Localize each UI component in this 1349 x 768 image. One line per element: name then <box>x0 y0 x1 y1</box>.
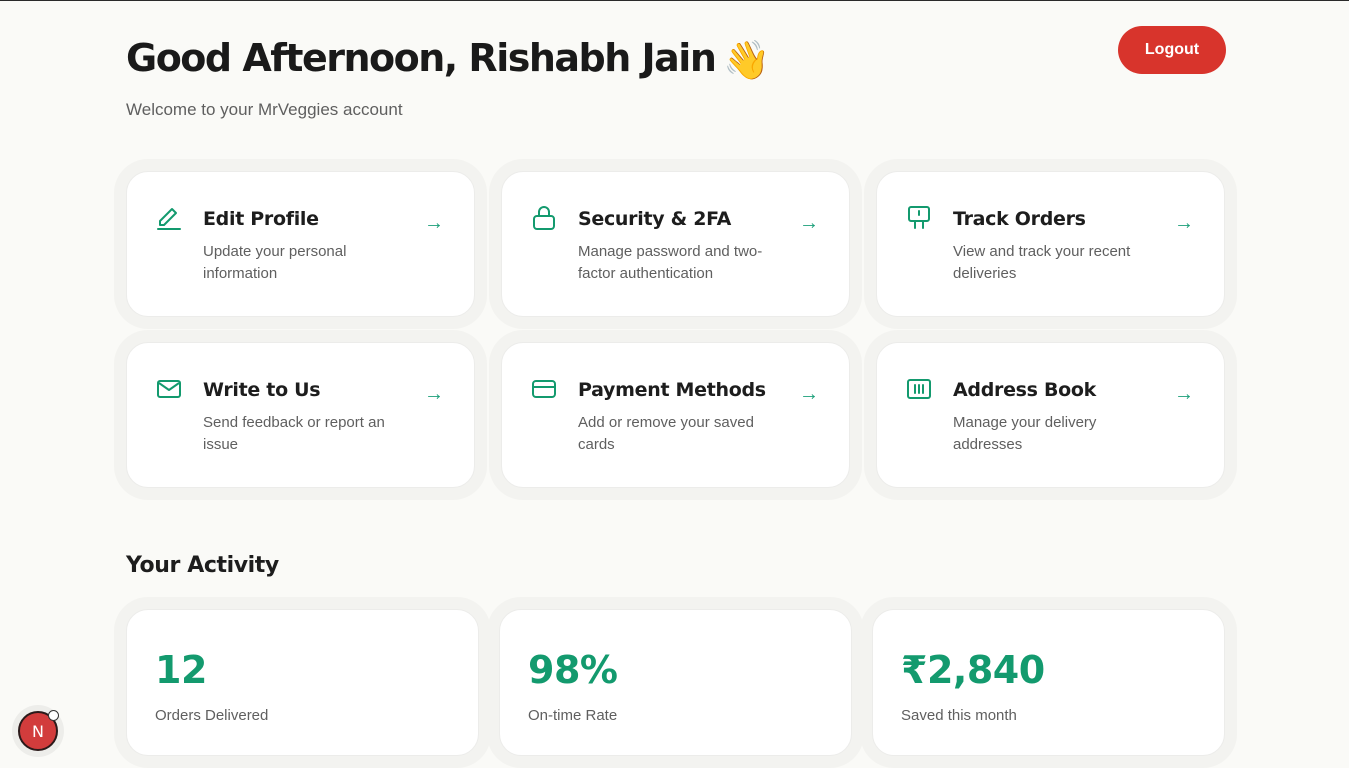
card-title: Security & 2FA <box>578 208 732 230</box>
card-write-to-us[interactable]: Write to Us Send feedback or report an i… <box>126 342 475 488</box>
card-title: Edit Profile <box>203 208 319 230</box>
signpost-icon <box>908 206 930 229</box>
card-address-book[interactable]: Address Book Manage your delivery addres… <box>876 342 1225 488</box>
stat-orders-delivered: 12 Orders Delivered <box>126 609 479 756</box>
arrow-right-icon: → <box>799 383 819 405</box>
card-description: Manage password and two-factor authentic… <box>578 243 763 282</box>
mail-icon <box>157 380 181 398</box>
card-title: Track Orders <box>953 208 1086 230</box>
stat-label: On-time Rate <box>528 707 618 724</box>
page-title: Good Afternoon, Rishabh Jain 👋 <box>126 36 771 83</box>
greeting-text: Good Afternoon, Rishabh Jain <box>126 36 717 80</box>
top-border <box>0 0 1349 1</box>
pencil-icon <box>157 208 181 230</box>
address-book-icon <box>907 379 931 399</box>
lock-icon <box>533 206 555 230</box>
card-description: View and track your recent deliveries <box>953 243 1131 282</box>
stat-label: Orders Delivered <box>155 707 269 724</box>
arrow-right-icon: → <box>799 212 819 234</box>
stat-value: ₹2,840 <box>901 648 1045 692</box>
card-description: Manage your delivery addresses <box>953 414 1097 453</box>
arrow-right-icon: → <box>1174 383 1194 405</box>
card-payment-methods[interactable]: Payment Methods Add or remove your saved… <box>501 342 850 488</box>
card-edit-profile[interactable]: Edit Profile Update your personal inform… <box>126 171 475 317</box>
stat-value: 98% <box>528 648 618 692</box>
card-title: Write to Us <box>203 379 321 401</box>
notification-dot <box>48 710 59 721</box>
stat-saved-this-month: ₹2,840 Saved this month <box>872 609 1225 756</box>
badge-letter: N <box>32 721 44 741</box>
arrow-right-icon: → <box>424 383 444 405</box>
card-description: Add or remove your saved cards <box>578 414 754 453</box>
page-header: Good Afternoon, Rishabh Jain 👋 Welcome to… <box>126 26 1226 130</box>
arrow-right-icon: → <box>424 212 444 234</box>
welcome-subtitle: Welcome to your MrVeggies account <box>126 100 403 119</box>
activity-section-title: Your Activity <box>126 553 279 578</box>
card-title: Payment Methods <box>578 379 766 401</box>
stat-value: 12 <box>155 648 207 692</box>
waving-hand-icon: 👋 <box>723 38 770 82</box>
dev-tools-badge[interactable]: N <box>18 710 59 751</box>
stat-on-time-rate: 98% On-time Rate <box>499 609 852 756</box>
card-track-orders[interactable]: Track Orders View and track your recent … <box>876 171 1225 317</box>
card-title: Address Book <box>953 379 1097 401</box>
card-description: Send feedback or report an issue <box>203 414 385 453</box>
credit-card-icon <box>532 380 556 398</box>
logout-button[interactable]: Logout <box>1118 26 1226 74</box>
card-security-2fa[interactable]: Security & 2FA Manage password and two-f… <box>501 171 850 317</box>
card-description: Update your personal information <box>203 243 347 282</box>
arrow-right-icon: → <box>1174 212 1194 234</box>
stat-label: Saved this month <box>901 707 1017 724</box>
